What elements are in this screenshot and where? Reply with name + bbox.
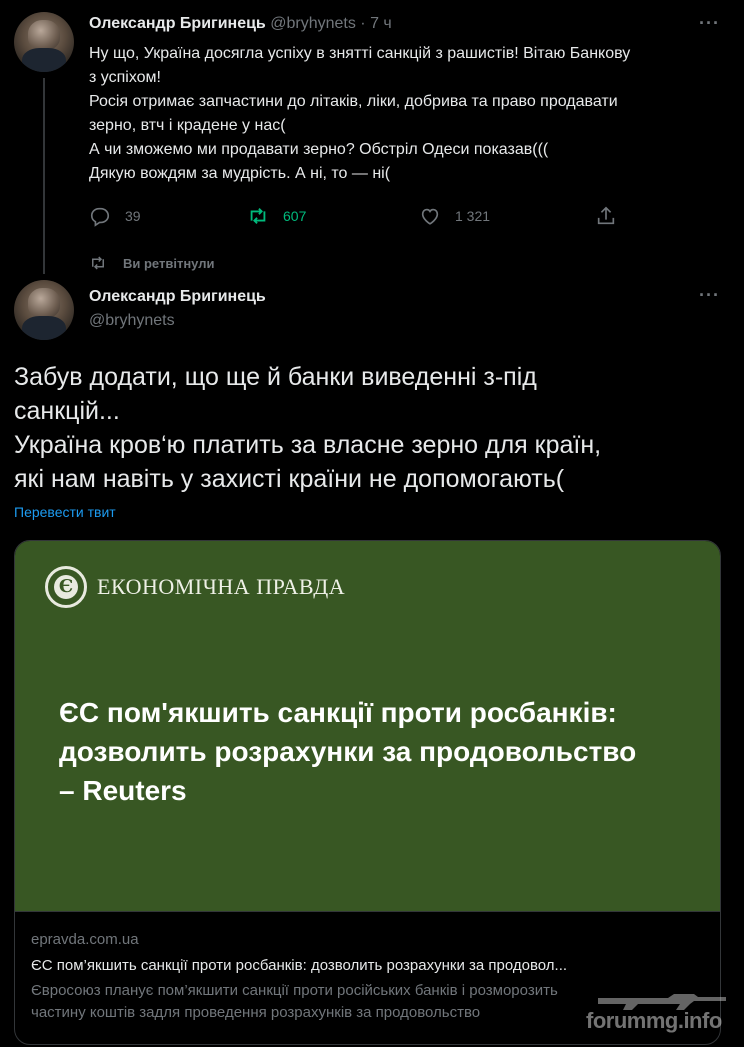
retweet-button[interactable]: 607 (247, 205, 306, 227)
retweeted-icon (92, 256, 104, 270)
like-button[interactable]: 1 321 (419, 205, 490, 227)
tweet-line: які нам навіть у захисті країни не допом… (14, 465, 565, 493)
avatar[interactable] (14, 280, 74, 340)
share-icon (597, 206, 615, 225)
card-image[interactable]: Є ЕКОНОМІЧНА ПРАВДА ЄС пом'якшить санкці… (15, 541, 720, 911)
tweet-line: А чи зможемо ми продавати зерно? Обстріл… (89, 141, 549, 158)
tweet-time[interactable]: 7 ч (370, 15, 392, 32)
tweet-line: Ну що, Україна досягла успіху в знятті с… (89, 45, 631, 62)
logo-letter: Є (58, 576, 74, 597)
tweet-line: з успіхом! (89, 69, 161, 86)
retweeted-indicator: Ви ретвітнули (89, 254, 215, 272)
reply-icon (90, 207, 110, 227)
more-icon[interactable]: ··· (699, 14, 720, 32)
tweet-first[interactable]: Олександр Бригинець @bryhynets · 7 ч ···… (0, 0, 744, 274)
headline-line: ЄС пом'якшить санкції проти росбанків: (59, 697, 617, 728)
like-count: 1 321 (455, 208, 491, 224)
translate-link[interactable]: Перевести твит (14, 504, 116, 520)
separator: · (360, 15, 366, 32)
share-button[interactable] (595, 205, 631, 227)
card-headline: ЄС пом'якшить санкції проти росбанків: д… (59, 693, 699, 810)
tweet-text: Забув додати, що ще й банки виведенні з-… (14, 360, 734, 496)
tweet-line: Росія отримає запчастини до літаків, лік… (89, 93, 618, 110)
retweet-count: 607 (283, 208, 307, 224)
avatar[interactable] (14, 12, 74, 72)
tweet-line: санкцій... (14, 397, 120, 425)
retweeted-label: Ви ретвітнули (123, 255, 215, 271)
tweet-line: Україна кров‘ю платить за власне зерно д… (14, 431, 602, 459)
like-icon (421, 208, 439, 225)
retweet-icon (250, 208, 266, 224)
rifle-icon (598, 994, 726, 1010)
more-icon[interactable]: ··· (699, 286, 720, 304)
headline-line: – Reuters (59, 775, 187, 806)
tweet-line: зерно, втч і крадене у нас( (89, 117, 286, 134)
card-title: ЄС пом’якшить санкції проти росбанків: д… (31, 957, 568, 974)
headline-line: дозволить розрахунки за продовольство (59, 736, 637, 767)
publisher-logo: Є ЕКОНОМІЧНА ПРАВДА (45, 566, 345, 608)
author-name[interactable]: Олександр Бригинець (89, 15, 266, 32)
publisher-name: ЕКОНОМІЧНА ПРАВДА (97, 574, 346, 599)
thread-line (43, 78, 45, 274)
author-handle[interactable]: @bryhynets (89, 310, 266, 332)
card-domain: epravda.com.ua (31, 931, 139, 948)
tweet-text: Ну що, Україна досягла успіху в знятті с… (89, 42, 729, 186)
author-name[interactable]: Олександр Бригинець (89, 286, 266, 308)
tweet-actions: 39 607 1 321 (89, 205, 629, 231)
watermark: forummg.info (586, 1008, 722, 1033)
tweet-line: Дякую вождям за мудрість. А ні, то — ні( (89, 165, 391, 182)
publisher-logo-icon: Є (45, 566, 87, 608)
reply-button[interactable]: 39 (89, 205, 141, 227)
tweet-header: Олександр Бригинець @bryhynets · 7 ч (89, 14, 392, 34)
tweet-line: Забув додати, що ще й банки виведенні з-… (14, 363, 537, 391)
author-handle[interactable]: @bryhynets (270, 15, 356, 32)
link-card[interactable]: Є ЕКОНОМІЧНА ПРАВДА ЄС пом'якшить санкці… (14, 540, 721, 1045)
reply-count: 39 (125, 208, 141, 224)
tweet-header: Олександр Бригинець @bryhynets (89, 286, 266, 332)
